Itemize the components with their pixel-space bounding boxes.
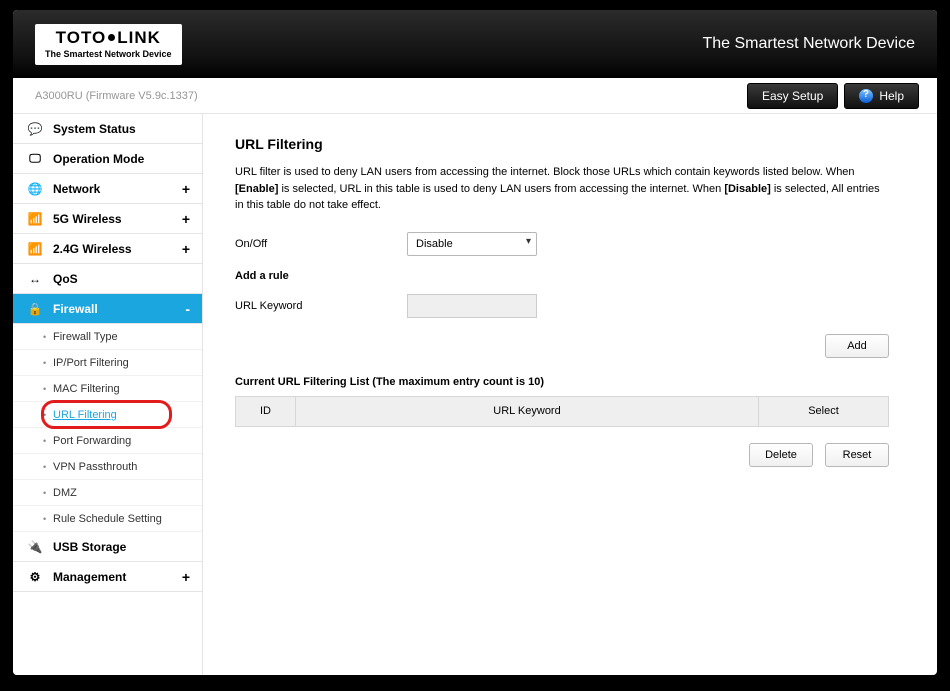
logo-text-left: TOTO <box>56 28 107 48</box>
th-keyword: URL Keyword <box>296 396 759 426</box>
onoff-label: On/Off <box>235 238 407 250</box>
logo: TOTO LINK The Smartest Network Device <box>35 24 182 65</box>
sidebar-sub-label: URL Filtering <box>53 409 117 421</box>
usb-icon: 🔌 <box>25 540 45 554</box>
sidebar-sub-mac-filtering[interactable]: MAC Filtering <box>13 376 202 402</box>
lock-icon: 🔒 <box>25 302 45 316</box>
sidebar-sub-label: Port Forwarding <box>53 435 131 447</box>
chat-icon: 💬 <box>25 122 45 136</box>
sidebar-item-usb-storage[interactable]: 🔌 USB Storage <box>13 532 202 562</box>
sidebar-item-label: QoS <box>53 272 78 286</box>
expand-icon: + <box>182 569 190 585</box>
logo-dot-icon <box>108 34 115 41</box>
reset-button[interactable]: Reset <box>825 443 889 467</box>
help-icon <box>859 89 873 103</box>
sidebar-item-label: System Status <box>53 122 136 136</box>
th-id: ID <box>236 396 296 426</box>
sidebar-item-label: Firewall <box>53 302 98 316</box>
sidebar-sub-label: Rule Schedule Setting <box>53 513 162 525</box>
page-description: URL filter is used to deny LAN users fro… <box>235 164 889 214</box>
add-rule-heading: Add a rule <box>235 270 889 282</box>
sidebar-item-5g-wireless[interactable]: 📶 5G Wireless + <box>13 204 202 234</box>
url-filter-table: ID URL Keyword Select <box>235 396 889 427</box>
delete-button[interactable]: Delete <box>749 443 813 467</box>
sidebar: 💬 System Status 🖵 Operation Mode 🌐 Netwo… <box>13 114 203 675</box>
sidebar-item-operation-mode[interactable]: 🖵 Operation Mode <box>13 144 202 174</box>
onoff-select[interactable]: Disable <box>407 232 537 256</box>
sidebar-item-label: 2.4G Wireless <box>53 242 132 256</box>
monitor-icon: 🖵 <box>25 151 45 166</box>
list-title: Current URL Filtering List (The maximum … <box>235 376 889 388</box>
sidebar-sub-ipport-filtering[interactable]: IP/Port Filtering <box>13 350 202 376</box>
sidebar-item-label: Management <box>53 570 126 584</box>
sidebar-sub-vpn-passthrough[interactable]: VPN Passthrouth <box>13 454 202 480</box>
page-title: URL Filtering <box>235 136 889 152</box>
help-button[interactable]: Help <box>844 83 919 109</box>
sidebar-item-label: Network <box>53 182 100 196</box>
sidebar-item-system-status[interactable]: 💬 System Status <box>13 114 202 144</box>
wifi-icon: 📶 <box>25 212 45 226</box>
sidebar-item-label: USB Storage <box>53 540 126 554</box>
add-button[interactable]: Add <box>825 334 889 358</box>
model-firmware-text: A3000RU (Firmware V5.9c.1337) <box>35 90 198 102</box>
url-keyword-label: URL Keyword <box>235 300 407 312</box>
onoff-select-wrap[interactable]: Disable <box>407 232 537 256</box>
sidebar-sub-label: DMZ <box>53 487 77 499</box>
expand-icon: + <box>182 241 190 257</box>
sidebar-sub-label: MAC Filtering <box>53 383 120 395</box>
easy-setup-label: Easy Setup <box>762 89 823 103</box>
main-content: URL Filtering URL filter is used to deny… <box>203 114 937 675</box>
sidebar-sub-firewall-type[interactable]: Firewall Type <box>13 324 202 350</box>
url-keyword-input[interactable] <box>407 294 537 318</box>
sidebar-item-qos[interactable]: ↔ QoS <box>13 264 202 294</box>
gear-icon: ⚙ <box>25 570 45 584</box>
sidebar-item-label: Operation Mode <box>53 152 144 166</box>
sidebar-item-label: 5G Wireless <box>53 212 122 226</box>
expand-icon: + <box>182 181 190 197</box>
logo-subtitle: The Smartest Network Device <box>45 49 172 59</box>
sidebar-item-24g-wireless[interactable]: 📶 2.4G Wireless + <box>13 234 202 264</box>
logo-text-right: LINK <box>117 28 161 48</box>
sidebar-item-management[interactable]: ⚙ Management + <box>13 562 202 592</box>
collapse-icon: - <box>185 301 190 317</box>
sidebar-sub-port-forwarding[interactable]: Port Forwarding <box>13 428 202 454</box>
sidebar-sub-label: IP/Port Filtering <box>53 357 129 369</box>
sidebar-sub-label: Firewall Type <box>53 331 118 343</box>
easy-setup-button[interactable]: Easy Setup <box>747 83 838 109</box>
info-bar: A3000RU (Firmware V5.9c.1337) Easy Setup… <box>13 78 937 114</box>
th-select: Select <box>759 396 889 426</box>
sidebar-sub-label: VPN Passthrouth <box>53 461 137 473</box>
sidebar-item-network[interactable]: 🌐 Network + <box>13 174 202 204</box>
expand-icon: + <box>182 211 190 227</box>
sidebar-sub-dmz[interactable]: DMZ <box>13 480 202 506</box>
sidebar-item-firewall[interactable]: 🔒 Firewall - <box>13 294 202 324</box>
header-bar: TOTO LINK The Smartest Network Device Th… <box>13 10 937 78</box>
help-label: Help <box>879 89 904 103</box>
globe-icon: 🌐 <box>25 182 45 196</box>
header-tagline: The Smartest Network Device <box>702 35 915 53</box>
arrows-icon: ↔ <box>25 272 45 286</box>
sidebar-sub-rule-schedule[interactable]: Rule Schedule Setting <box>13 506 202 532</box>
wifi-icon: 📶 <box>25 242 45 256</box>
sidebar-sub-url-filtering[interactable]: URL Filtering <box>13 402 202 428</box>
